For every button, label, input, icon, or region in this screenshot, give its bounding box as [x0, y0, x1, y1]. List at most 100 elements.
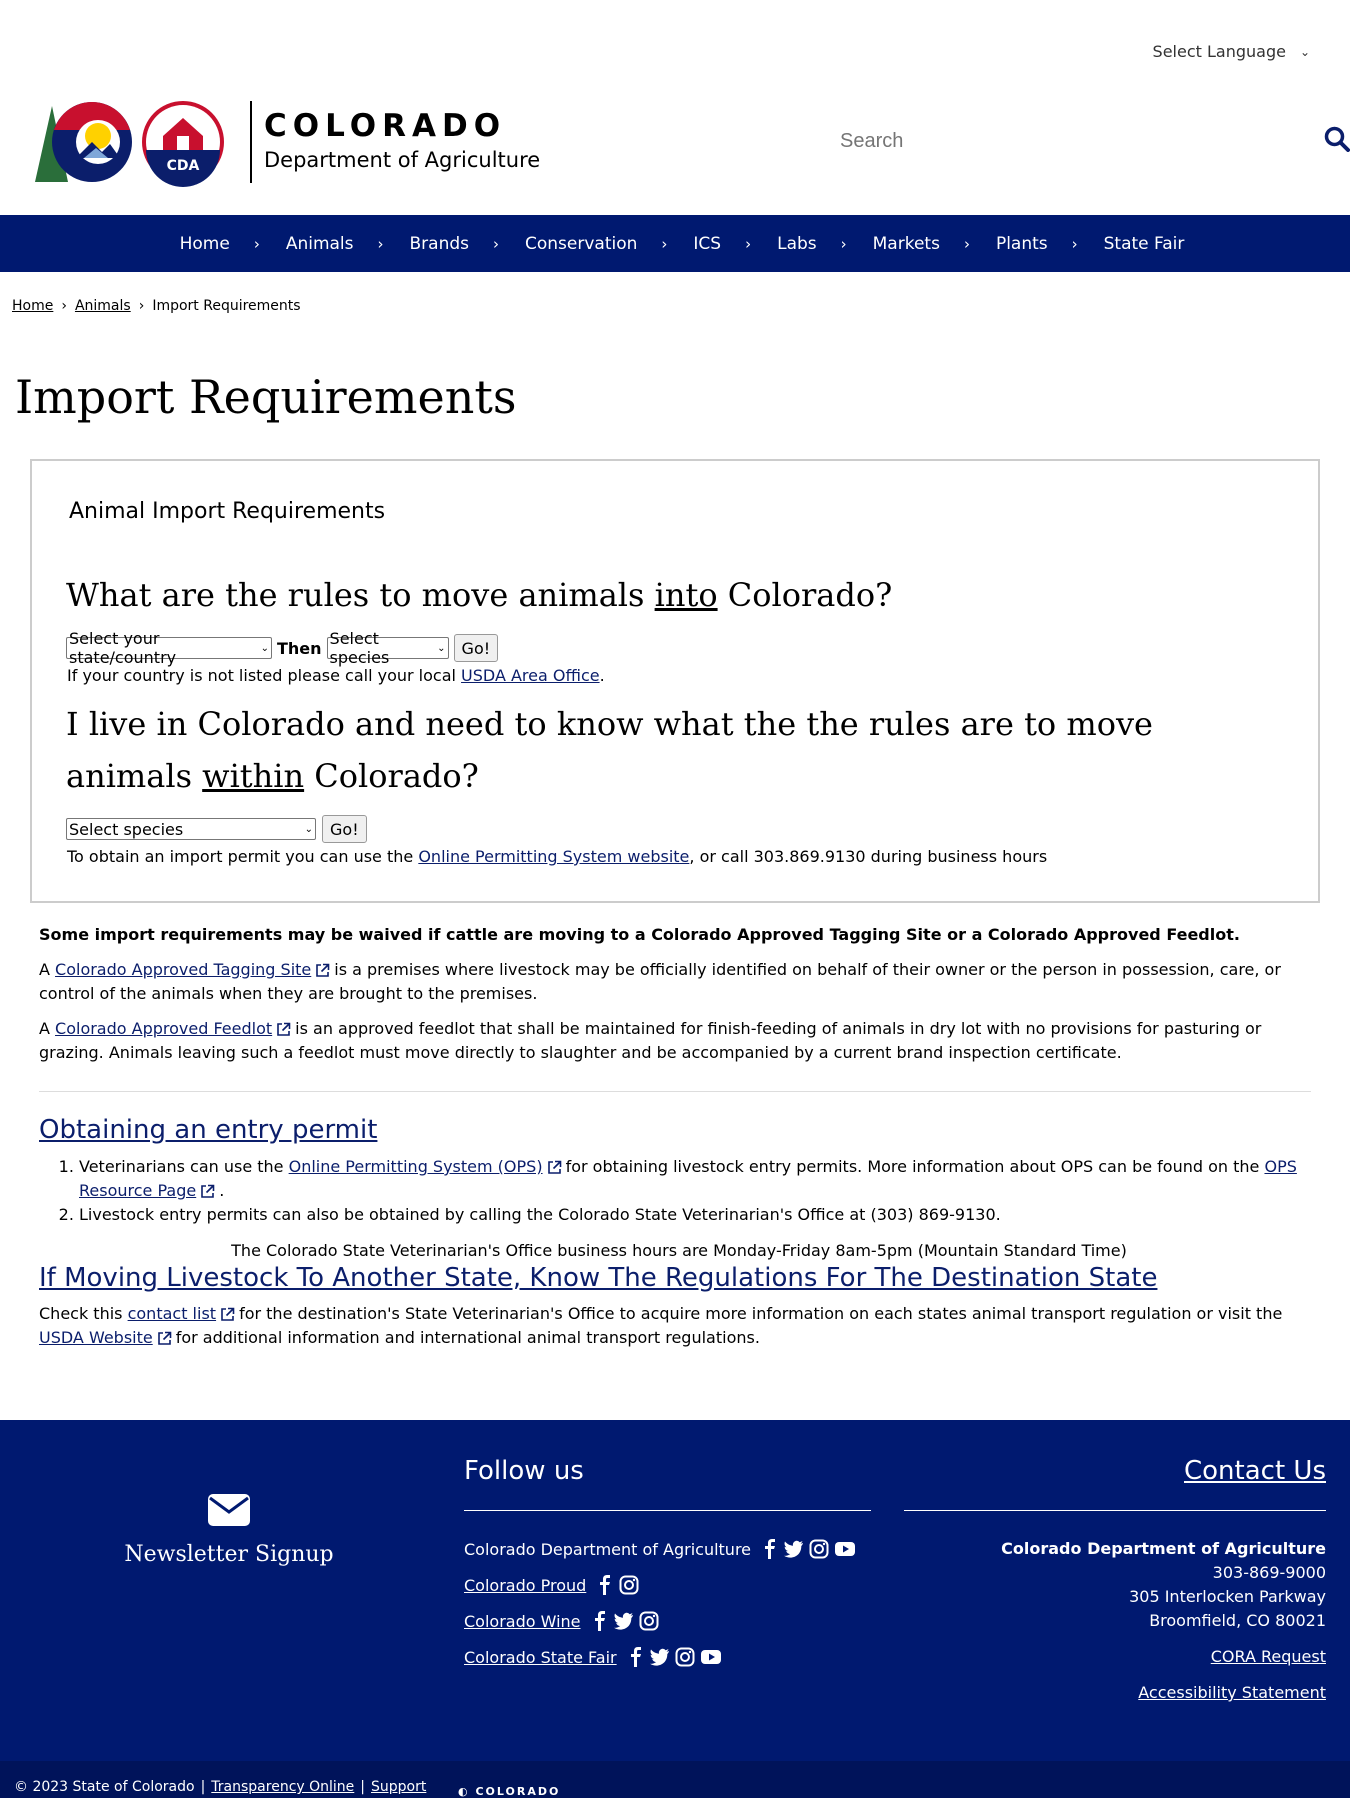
nav-item-animals[interactable]: Animals ›	[274, 234, 398, 254]
follow-us: Follow us Colorado Department of Agricul…	[464, 1456, 871, 1681]
nav-label: Animals	[285, 233, 354, 254]
cora-request-link[interactable]: CORA Request	[1211, 1647, 1326, 1666]
species-select-within[interactable]: Select species ⌄	[66, 818, 316, 840]
moving-livestock-heading[interactable]: If Moving Livestock To Another State, Kn…	[39, 1265, 1319, 1291]
nav-item-conservation[interactable]: Conservation ›	[513, 234, 681, 254]
facebook-icon[interactable]	[761, 1539, 779, 1559]
online-permitting-link[interactable]: Online Permitting System website	[418, 847, 689, 866]
facebook-icon[interactable]	[591, 1611, 609, 1631]
breadcrumb-animals[interactable]: Animals	[75, 298, 131, 314]
contact-list-link[interactable]: contact list	[128, 1304, 216, 1323]
nav-item-brands[interactable]: Brands ›	[398, 234, 514, 254]
state-country-select[interactable]: Select your state/country ⌄	[66, 629, 272, 667]
colorado-logo-icon: ◐	[458, 1785, 470, 1798]
breadcrumb-separator-icon: ›	[138, 298, 145, 314]
nav-label: Brands	[409, 233, 470, 254]
country-note: If your country is not listed please cal…	[67, 666, 605, 685]
external-link-icon	[157, 1331, 172, 1345]
box-title: Animal Import Requirements	[69, 499, 386, 524]
instagram-icon[interactable]	[675, 1647, 695, 1667]
colorado-cda-logo-icon: CDA	[35, 101, 224, 187]
instagram-icon[interactable]	[619, 1575, 639, 1595]
nav-item-ics[interactable]: ICS ›	[681, 234, 765, 254]
follow-us-title: Follow us	[464, 1456, 871, 1511]
twitter-icon[interactable]	[613, 1611, 634, 1631]
list-item: Veterinarians can use the Online Permitt…	[79, 1155, 1319, 1203]
entry-permit-heading[interactable]: Obtaining an entry permit	[39, 1117, 1319, 1143]
site-footer: Newsletter Signup Follow us Colorado Dep…	[0, 1420, 1350, 1761]
contact-us-link[interactable]: Contact Us	[1184, 1456, 1326, 1486]
colorado-footer-logo[interactable]: ◐ COLORADO	[458, 1785, 560, 1798]
waiver-notice: Some import requirements may be waived i…	[39, 925, 1240, 944]
logo-colorado: COLORADO	[264, 108, 507, 144]
species-select[interactable]: Select species ⌄	[326, 629, 449, 667]
support-link[interactable]: Support	[371, 1779, 426, 1795]
site-logo[interactable]: CDA COLORADO Department of Agriculture	[30, 96, 540, 188]
nav-item-plants[interactable]: Plants ›	[984, 234, 1092, 254]
facebook-icon[interactable]	[627, 1647, 645, 1667]
go-button[interactable]: Go!	[453, 634, 499, 662]
chevron-down-icon: ⌄	[260, 642, 269, 654]
nav-item-labs[interactable]: Labs ›	[765, 234, 861, 254]
entry-permit-steps: Veterinarians can use the Online Permitt…	[39, 1155, 1319, 1227]
search-icon[interactable]	[1324, 126, 1350, 156]
follow-link[interactable]: Colorado State Fair	[464, 1648, 617, 1667]
youtube-icon[interactable]	[700, 1647, 722, 1667]
newsletter-label: Newsletter Signup	[124, 1542, 334, 1567]
external-link-icon	[221, 1307, 235, 1321]
permit-note: To obtain an import permit you can use t…	[67, 847, 1048, 866]
nav-item-markets[interactable]: Markets ›	[861, 234, 984, 254]
usda-website-link[interactable]: USDA Website	[39, 1328, 153, 1347]
contact-address-1: 305 Interlocken Parkway	[1129, 1587, 1326, 1606]
twitter-icon[interactable]	[649, 1647, 670, 1667]
chevron-right-icon[interactable]: ›	[481, 235, 513, 253]
ops-link[interactable]: Online Permitting System (OPS)	[289, 1157, 543, 1176]
contact-org: Colorado Department of Agriculture	[1001, 1539, 1326, 1558]
then-label: Then	[277, 638, 322, 658]
chevron-right-icon[interactable]: ›	[649, 235, 681, 253]
chevron-down-icon: ⌄	[437, 642, 446, 654]
external-link-icon	[201, 1184, 215, 1198]
nav-item-home[interactable]: Home ›	[168, 234, 274, 254]
external-link-icon	[277, 1022, 291, 1036]
nav-label: State Fair	[1103, 233, 1185, 254]
breadcrumb-home[interactable]: Home	[12, 298, 53, 314]
feedlot-link[interactable]: Colorado Approved Feedlot	[55, 1019, 272, 1038]
contact-phone: 303-869-9000	[1212, 1563, 1326, 1582]
chevron-right-icon[interactable]: ›	[829, 235, 861, 253]
search-input[interactable]	[810, 129, 1280, 153]
language-selector[interactable]: Select Language ⌄	[1153, 42, 1310, 61]
breadcrumb-separator-icon: ›	[61, 298, 67, 314]
section-divider	[39, 1091, 1311, 1092]
copyright: © 2023 State of Colorado	[14, 1779, 195, 1795]
nav-item-state-fair[interactable]: State Fair	[1092, 234, 1197, 254]
chevron-right-icon[interactable]: ›	[1060, 235, 1092, 253]
accessibility-statement-link[interactable]: Accessibility Statement	[1138, 1683, 1326, 1702]
breadcrumb: Home › Animals › Import Requirements	[12, 298, 301, 314]
feedlot-paragraph: A Colorado Approved Feedlot is an approve…	[39, 1019, 1262, 1062]
chevron-right-icon[interactable]: ›	[733, 235, 765, 253]
facebook-icon[interactable]	[596, 1575, 614, 1595]
list-item: Livestock entry permits can also be obta…	[79, 1203, 1319, 1227]
youtube-icon[interactable]	[834, 1539, 856, 1559]
chevron-right-icon[interactable]: ›	[366, 235, 398, 253]
within-selector-row: Select species ⌄ Go!	[66, 815, 367, 843]
usda-area-office-link[interactable]: USDA Area Office	[461, 666, 600, 685]
into-selector-row: Select your state/country ⌄ Then Select s…	[66, 629, 499, 667]
go-button-within[interactable]: Go!	[322, 815, 367, 843]
follow-link[interactable]: Colorado Proud	[464, 1576, 586, 1595]
import-requirements-box: Animal Import Requirements What are the …	[30, 459, 1320, 903]
chevron-right-icon[interactable]: ›	[952, 235, 984, 253]
tagging-site-paragraph: A Colorado Approved Tagging Site is a pre…	[39, 960, 1281, 1003]
twitter-icon[interactable]	[784, 1539, 804, 1559]
tagging-site-link[interactable]: Colorado Approved Tagging Site	[55, 960, 311, 979]
newsletter-signup[interactable]: Newsletter Signup	[124, 1494, 334, 1567]
moving-livestock-section: If Moving Livestock To Another State, Kn…	[39, 1265, 1319, 1350]
moving-livestock-paragraph: Check this contact list for the destinati…	[39, 1304, 1283, 1347]
transparency-online-link[interactable]: Transparency Online	[211, 1779, 354, 1795]
instagram-icon[interactable]	[809, 1539, 829, 1559]
business-hours: The Colorado State Veterinarian's Office…	[231, 1241, 1127, 1260]
instagram-icon[interactable]	[639, 1611, 659, 1631]
chevron-right-icon[interactable]: ›	[242, 235, 274, 253]
follow-link[interactable]: Colorado Wine	[464, 1612, 581, 1631]
